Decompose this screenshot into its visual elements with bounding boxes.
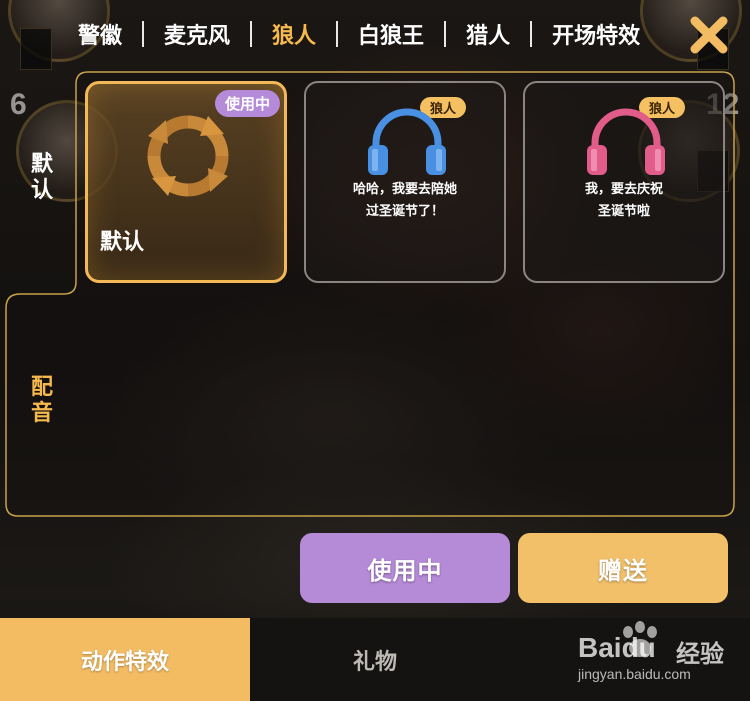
- close-button[interactable]: [686, 12, 732, 58]
- tab-white-wolf-king[interactable]: 白狼王: [338, 18, 444, 50]
- tab-opening-effect[interactable]: 开场特效: [532, 18, 660, 50]
- nav-gifts[interactable]: 礼物: [250, 618, 500, 701]
- tab-hunter[interactable]: 猎人: [446, 18, 530, 50]
- top-tab-bar: 警徽 麦克风 狼人 白狼王 猎人 开场特效: [58, 12, 670, 56]
- in-use-button[interactable]: 使用中: [300, 533, 510, 603]
- nav-third-tab[interactable]: [500, 618, 750, 701]
- tab-werewolf[interactable]: 狼人: [252, 18, 336, 50]
- tab-badge[interactable]: 警徽: [58, 18, 142, 50]
- in-use-badge: 使用中: [214, 90, 280, 117]
- nav-action-effects[interactable]: 动作特效: [0, 618, 250, 701]
- bottom-nav: 动作特效 礼物: [0, 618, 750, 701]
- side-tab-default[interactable]: 默 认: [22, 152, 62, 204]
- headphones-icon: [587, 108, 665, 175]
- side-tab-dubbing[interactable]: 配 音: [22, 375, 62, 427]
- card-voice-1-text: 哈哈，我要去陪她 过圣诞节了！: [306, 179, 504, 223]
- tab-microphone[interactable]: 麦克风: [144, 18, 250, 50]
- headphones-icon: [368, 108, 446, 175]
- card-default-label: 默认: [100, 230, 145, 255]
- card-voice-1-line1: 哈哈，我要去陪她: [352, 182, 457, 197]
- card-voice-1-line2: 过圣诞节了！: [365, 204, 444, 219]
- card-voice-2-line1: 我，要去庆祝: [584, 182, 663, 197]
- gift-button[interactable]: 赠送: [518, 533, 728, 603]
- card-voice-2-line2: 圣诞节啦: [597, 204, 650, 219]
- background-seat-badge: [20, 28, 52, 70]
- card-voice-2-text: 我，要去庆祝 圣诞节啦: [525, 179, 723, 223]
- effect-card-voice-2[interactable]: 狼人 我，要去庆祝 圣诞节啦: [523, 81, 725, 283]
- background-seat-number-left: 6: [10, 88, 27, 121]
- effect-card-voice-1[interactable]: 狼人 哈哈，我要去陪她 过圣诞节了！: [304, 81, 506, 283]
- refresh-cycle-icon: [147, 115, 229, 197]
- close-x-icon: [690, 16, 728, 54]
- effect-card-default[interactable]: 使用中 默认: [85, 81, 287, 283]
